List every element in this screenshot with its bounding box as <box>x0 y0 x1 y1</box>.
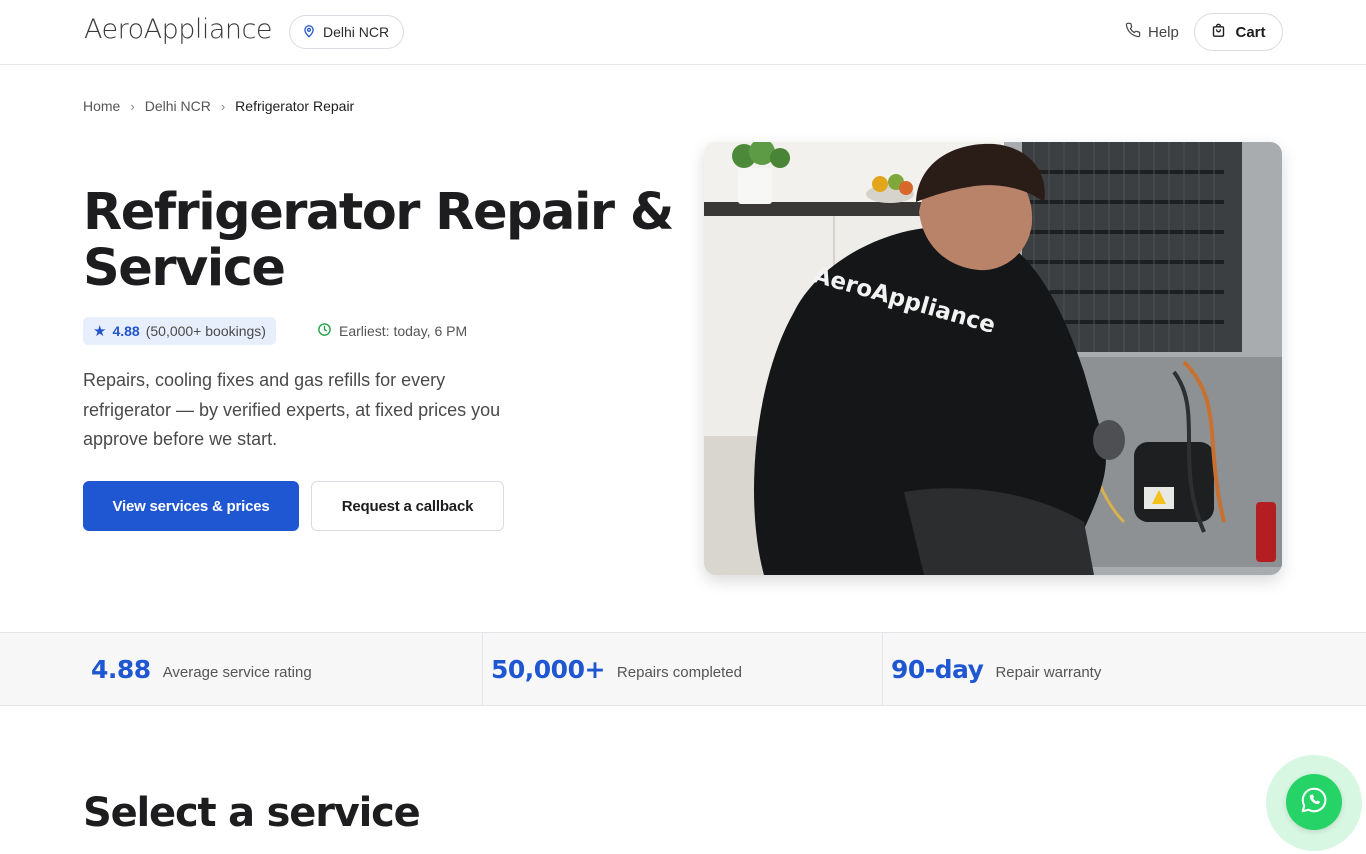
map-pin-icon <box>302 24 316 41</box>
view-services-button[interactable]: View services & prices <box>83 481 299 531</box>
stat-value: 90-day <box>891 654 984 684</box>
section-title: Select a service <box>83 790 421 836</box>
page-title: Refrigerator Repair & Service <box>83 185 683 297</box>
whatsapp-chat-button[interactable] <box>1286 774 1342 830</box>
bookings-count: (50,000+ bookings) <box>145 323 266 339</box>
earliest-slot: Earliest: today, 6 PM <box>317 322 467 340</box>
clock-icon <box>317 322 332 340</box>
earliest-label: Earliest: today, 6 PM <box>339 323 468 339</box>
page-title-line2: Service <box>83 239 286 298</box>
divider <box>482 633 483 705</box>
divider <box>882 633 883 705</box>
request-callback-button[interactable]: Request a callback <box>311 481 504 531</box>
help-label: Help <box>1148 23 1179 41</box>
stat-value: 4.88 <box>91 654 151 684</box>
stat-repairs: 50,000+ Repairs completed <box>491 633 742 705</box>
page-title-line1: Refrigerator Repair & <box>83 183 674 242</box>
cart-button[interactable]: Cart <box>1194 13 1283 51</box>
site-header: AeroAppliance Delhi NCR Help Cart <box>0 0 1366 65</box>
phone-icon <box>1125 22 1141 42</box>
location-selector[interactable]: Delhi NCR <box>289 15 405 49</box>
breadcrumb-current: Refrigerator Repair <box>235 98 355 114</box>
breadcrumb-city[interactable]: Delhi NCR <box>145 98 211 114</box>
brand-logo[interactable]: AeroAppliance <box>84 14 273 45</box>
stat-rating: 4.88 Average service rating <box>91 633 312 705</box>
location-label: Delhi NCR <box>323 24 390 40</box>
rating-badge: ★ 4.88 (50,000+ bookings) <box>83 317 276 345</box>
breadcrumb: Home › Delhi NCR › Refrigerator Repair <box>83 98 354 114</box>
stat-label: Repairs completed <box>616 663 742 681</box>
stats-bar: 4.88 Average service rating 50,000+ Repa… <box>0 632 1366 706</box>
stat-value: 50,000+ <box>491 654 605 684</box>
whatsapp-icon <box>1299 785 1329 820</box>
stat-label: Repair warranty <box>995 663 1102 681</box>
shopping-bag-icon <box>1211 23 1226 42</box>
rating-value: 4.88 <box>112 323 140 339</box>
technician-hero-image: AeroAppliance <box>704 142 1282 575</box>
stat-warranty: 90-day Repair warranty <box>891 633 1101 705</box>
chevron-right-icon: › <box>130 98 135 114</box>
stat-label: Average service rating <box>162 663 312 681</box>
star-icon: ★ <box>93 323 107 340</box>
cart-label: Cart <box>1235 23 1266 41</box>
chevron-right-icon: › <box>220 98 226 114</box>
help-link[interactable]: Help <box>1125 22 1179 42</box>
breadcrumb-home[interactable]: Home <box>83 98 120 114</box>
hero-description: Repairs, cooling fixes and gas refills f… <box>83 370 501 449</box>
